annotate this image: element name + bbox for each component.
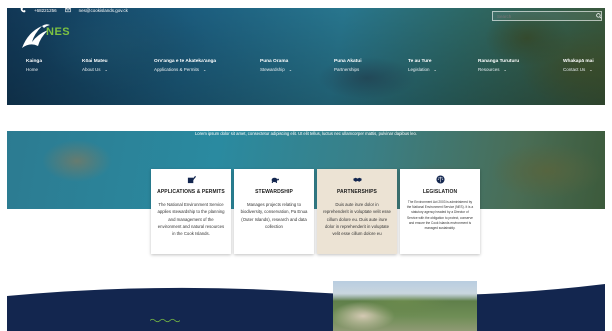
nav-item-english-label: About Us: [82, 67, 101, 72]
phone-icon: [20, 7, 26, 13]
nav-item-contact[interactable]: Whakapā mai Contact Us ⌄: [563, 59, 594, 72]
scales-icon: [435, 175, 445, 184]
island-photo: [333, 281, 477, 331]
card-title: STEWARDSHIP: [255, 189, 293, 195]
search-input[interactable]: [492, 11, 602, 21]
card-title: APPLICATIONS & PERMITS: [157, 189, 225, 195]
email-icon: [64, 7, 71, 13]
chevron-down-icon: ⌄: [104, 67, 108, 72]
nav-item-maori-label: Orv'anga e te Akateka'anga: [154, 59, 217, 64]
nav-item-partnerships[interactable]: Puna Akatui Partnerships: [334, 59, 362, 72]
card-legislation[interactable]: LEGISLATION The Environment Act 2003 is …: [400, 169, 480, 254]
card-body: The Environment Act 2003 is administered…: [406, 200, 474, 231]
nav-item-english-label: Stewardship: [260, 67, 285, 72]
nav-item-home[interactable]: Kainga Home: [26, 59, 42, 72]
nav-item-maori-label: Puna Orama: [260, 59, 289, 64]
nav-item-english-label: Legislation: [408, 67, 430, 72]
nav-item-stewardship[interactable]: Puna Orama Stewardship ⌄: [260, 59, 292, 72]
nav-item-english-label: Resources: [478, 67, 500, 72]
nav-item-maori-label: Rananga Turuturu: [478, 59, 520, 64]
nav-item-maori-label: Puna Akatui: [334, 59, 362, 64]
nav-item-english-label: Contact Us: [563, 67, 586, 72]
nav-item-maori-label: Kainga: [26, 59, 42, 64]
nav-item-english-row: Stewardship ⌄: [260, 67, 292, 72]
handshake-icon: [352, 177, 362, 182]
phone-number[interactable]: +68221256: [34, 8, 57, 13]
turtle-icon: [271, 177, 279, 183]
chevron-down-icon: ⌄: [433, 67, 437, 72]
nav-item-english-row: Contact Us ⌄: [563, 67, 594, 72]
card-body: Manages projects relating to biodiversit…: [240, 202, 308, 229]
wave-divider-icon: [150, 318, 180, 323]
nav-item-english-row: Applications & Permits ⌄: [154, 67, 216, 72]
nav-item-maori-label: Kōai Mateu: [82, 59, 108, 64]
footer-wave: [7, 284, 605, 331]
chevron-down-icon: ⌄: [589, 67, 593, 72]
nav-item-maori-label: Te au Ture: [408, 59, 432, 64]
nav-item-english-row: About Us ⌄: [82, 67, 108, 72]
site-header: [7, 8, 605, 105]
logo-text: NES: [46, 26, 71, 38]
nav-item-about[interactable]: Kōai Mateu About Us ⌄: [82, 59, 108, 72]
contact-bar: +68221256 nes@cookislands.gov.ck: [20, 7, 128, 13]
nav-item-maori-label: Whakapā mai: [563, 59, 594, 64]
hero-tagline: Lorem ipsum dolor sit amet, consectetur …: [194, 131, 418, 136]
nav-item-english-row: Resources ⌄: [478, 67, 519, 72]
card-body: The National Environment Service applies…: [157, 202, 225, 237]
card-title: LEGISLATION: [422, 189, 458, 195]
nav-item-applications[interactable]: Orv'anga e te Akateka'anga Applications …: [154, 59, 216, 72]
search-icon[interactable]: [596, 13, 602, 19]
chevron-down-icon: ⌄: [288, 67, 293, 72]
nav-item-english-label: Applications & Permits: [154, 67, 200, 72]
email-address[interactable]: nes@cookislands.gov.ck: [79, 8, 128, 13]
nav-item-english-row: Legislation ⌄: [408, 67, 437, 72]
card-partnerships[interactable]: PARTNERSHIPS Duis aute irure dolor in re…: [317, 169, 397, 254]
nav-item-english-label: Home: [26, 67, 39, 72]
card-stewardship[interactable]: STEWARDSHIP Manages projects relating to…: [234, 169, 314, 254]
chevron-down-icon: ⌄: [503, 67, 507, 72]
chevron-down-icon: ⌄: [203, 67, 207, 72]
main-nav: Kainga Home Kōai Mateu About Us ⌄ Orv'ang…: [26, 59, 602, 75]
nav-item-english-label: Partnerships: [334, 67, 360, 72]
pen-paper-icon: [187, 175, 196, 184]
nav-item-resources[interactable]: Rananga Turuturu Resources ⌄: [478, 59, 519, 72]
card-body: Duis aute irure dolor in reprehenderit i…: [323, 202, 391, 237]
card-applications-permits[interactable]: APPLICATIONS & PERMITS The National Envi…: [151, 169, 231, 254]
nav-item-legislation[interactable]: Te au Ture Legislation ⌄: [408, 59, 437, 72]
card-title: PARTNERSHIPS: [336, 189, 377, 195]
